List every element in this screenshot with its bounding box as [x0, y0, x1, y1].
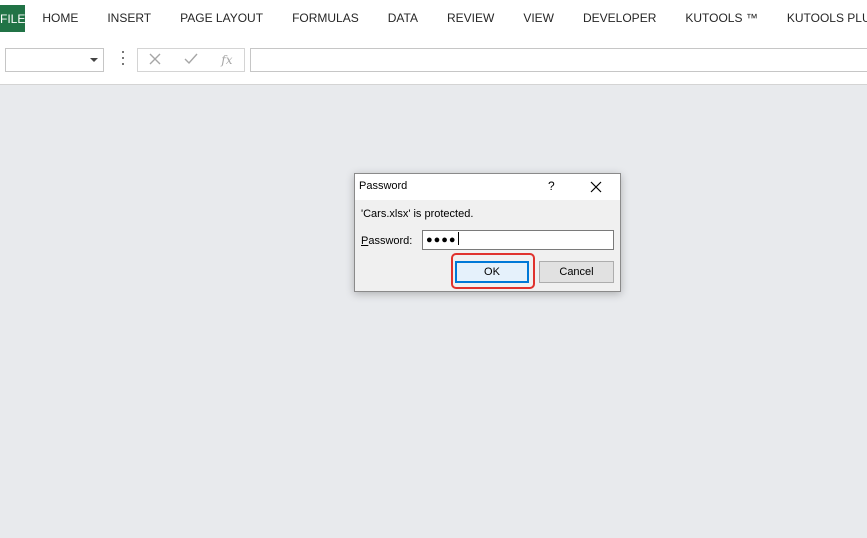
- tab-formulas[interactable]: FORMULAS: [278, 11, 374, 25]
- protected-message: 'Cars.xlsx' is protected.: [361, 208, 474, 220]
- name-box[interactable]: [5, 48, 104, 72]
- tab-file[interactable]: FILE: [0, 5, 26, 32]
- tab-developer[interactable]: DEVELOPER: [569, 11, 671, 25]
- tab-data[interactable]: DATA: [373, 11, 432, 25]
- tab-page-layout[interactable]: PAGE LAYOUT: [166, 11, 278, 25]
- ok-button[interactable]: OK: [455, 261, 529, 283]
- password-input[interactable]: ●●●●: [422, 230, 614, 250]
- drag-handle-icon[interactable]: [121, 51, 124, 65]
- password-label-text: assword:: [368, 235, 413, 247]
- password-value: ●●●●: [426, 234, 457, 246]
- tab-view[interactable]: VIEW: [509, 11, 569, 25]
- close-icon[interactable]: [585, 176, 607, 198]
- help-button[interactable]: ?: [548, 179, 555, 193]
- cancel-button[interactable]: Cancel: [539, 261, 614, 283]
- password-dialog: Password ? 'Cars.xlsx' is protected. Pas…: [354, 173, 621, 292]
- ribbon-tab-bar: FILE HOME INSERT PAGE LAYOUT FORMULAS DA…: [0, 0, 867, 36]
- tab-kutools[interactable]: KUTOOLS ™: [671, 11, 772, 25]
- x-icon[interactable]: [149, 52, 161, 68]
- tab-home[interactable]: HOME: [25, 11, 93, 25]
- formula-input[interactable]: [250, 48, 867, 72]
- dialog-titlebar[interactable]: Password ?: [355, 174, 620, 200]
- formula-buttons: fx: [137, 48, 245, 72]
- formula-bar: fx: [0, 36, 867, 85]
- dialog-title: Password: [359, 180, 408, 192]
- chevron-down-icon[interactable]: [90, 58, 98, 62]
- tab-review[interactable]: REVIEW: [432, 11, 508, 25]
- check-icon[interactable]: [184, 52, 198, 68]
- password-label: Password:: [361, 235, 412, 247]
- tab-kutools-plus[interactable]: KUTOOLS PLUS: [772, 11, 867, 25]
- tab-insert[interactable]: INSERT: [93, 11, 166, 25]
- text-caret: [457, 232, 459, 245]
- insert-function-button[interactable]: fx: [221, 53, 232, 67]
